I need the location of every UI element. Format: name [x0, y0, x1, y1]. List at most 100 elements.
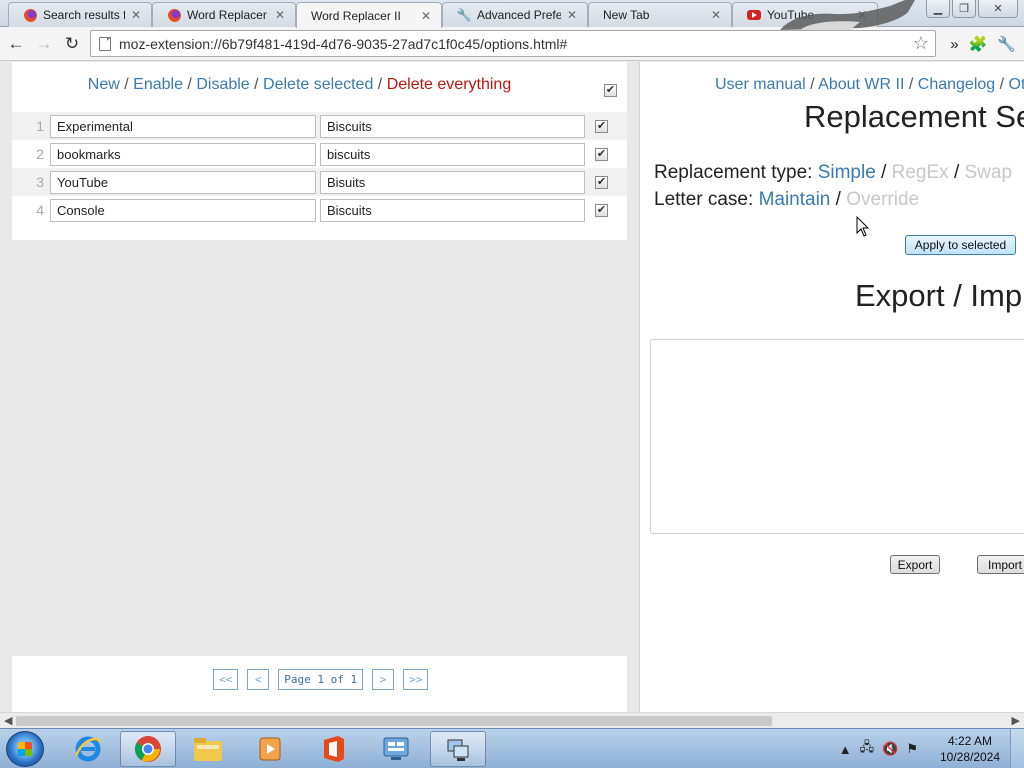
- find-input[interactable]: Experimental: [50, 114, 316, 138]
- restore-button[interactable]: ❐: [952, 0, 976, 18]
- export-import-textarea[interactable]: [650, 339, 1024, 534]
- url-text[interactable]: moz-extension://6b79f481-419d-4d76-9035-…: [119, 36, 913, 52]
- control-panel-icon[interactable]: [368, 731, 424, 767]
- internet-explorer-icon[interactable]: [60, 731, 116, 767]
- close-icon[interactable]: ✕: [131, 8, 141, 22]
- list-actions: New / Enable / Disable / Delete selected…: [12, 76, 627, 94]
- window-controls: ▁ ❐ ✕: [926, 0, 1018, 18]
- wrench-icon: 🔧: [456, 8, 472, 22]
- toolbar-right: » 🧩 🔧: [950, 27, 1024, 61]
- scroll-right-icon[interactable]: ▶: [1012, 714, 1020, 727]
- apply-to-selected-button[interactable]: Apply to selected: [905, 235, 1016, 255]
- youtube-icon: [747, 8, 761, 22]
- tab-new-tab[interactable]: New Tab ✕: [588, 2, 732, 27]
- first-page-button[interactable]: <<: [213, 669, 239, 690]
- row-checkbox[interactable]: ✔: [595, 203, 608, 217]
- close-icon[interactable]: ✕: [711, 8, 721, 22]
- network-computer-icon[interactable]: [430, 731, 486, 767]
- media-player-icon[interactable]: [242, 731, 298, 767]
- forward-arrow-icon[interactable]: →: [32, 32, 56, 56]
- tab-word-replacer[interactable]: Word Replacer – ( ✕: [152, 2, 296, 27]
- close-icon[interactable]: ✕: [567, 8, 577, 22]
- show-desktop-button[interactable]: [1010, 729, 1024, 768]
- back-arrow-icon[interactable]: ←: [4, 32, 28, 56]
- user-manual-link[interactable]: User manual: [715, 76, 806, 93]
- windows-taskbar: ▲ 🖧 🔇 ⚑ 4:22 AM 10/28/2024: [0, 728, 1024, 768]
- start-button[interactable]: [6, 731, 44, 767]
- import-button[interactable]: Import: [977, 555, 1024, 574]
- close-window-button[interactable]: ✕: [978, 0, 1018, 18]
- separator: /: [124, 76, 129, 93]
- settings-pane: User manual / About WR II / Changelog / …: [640, 62, 1024, 712]
- separator: /: [881, 162, 887, 183]
- select-all-checkbox[interactable]: ✔: [604, 84, 617, 97]
- find-input[interactable]: bookmarks: [50, 142, 316, 166]
- other-link[interactable]: Ot: [1009, 76, 1024, 93]
- bookmark-star-icon[interactable]: ☆: [913, 33, 929, 54]
- close-icon[interactable]: ✕: [421, 9, 431, 23]
- tab-advanced-preferences[interactable]: 🔧 Advanced Prefere ✕: [442, 2, 588, 27]
- export-button[interactable]: Export: [890, 555, 940, 574]
- reload-icon[interactable]: ↻: [60, 32, 84, 56]
- mouse-cursor-icon: [856, 216, 870, 237]
- row-number: 2: [36, 146, 44, 162]
- address-bar[interactable]: moz-extension://6b79f481-419d-4d76-9035-…: [90, 30, 936, 57]
- network-icon[interactable]: 🖧: [860, 738, 875, 760]
- separator: /: [835, 189, 841, 210]
- disable-link[interactable]: Disable: [196, 76, 249, 93]
- find-input[interactable]: YouTube: [50, 170, 316, 194]
- office-icon[interactable]: [306, 731, 362, 767]
- extensions-puzzle-icon[interactable]: 🧩: [969, 35, 988, 53]
- scrollbar-thumb[interactable]: [16, 716, 772, 726]
- row-checkbox[interactable]: ✔: [595, 175, 608, 189]
- rules-pane: New / Enable / Disable / Delete selected…: [0, 62, 639, 712]
- pagination-bar: << < Page 1 of 1 > >>: [12, 656, 627, 712]
- row-number: 4: [36, 202, 44, 218]
- separator: /: [908, 76, 914, 93]
- delete-selected-link[interactable]: Delete selected: [263, 76, 373, 93]
- next-page-button[interactable]: >: [372, 669, 395, 690]
- chrome-icon[interactable]: [120, 731, 176, 767]
- row-checkbox[interactable]: ✔: [595, 119, 608, 133]
- overflow-chevron-icon[interactable]: »: [950, 36, 958, 53]
- simple-option[interactable]: Simple: [818, 162, 876, 183]
- regex-option[interactable]: RegEx: [892, 162, 949, 183]
- wrench-menu-icon[interactable]: 🔧: [997, 35, 1016, 53]
- new-link[interactable]: New: [88, 76, 120, 93]
- clock[interactable]: 4:22 AM 10/28/2024: [930, 733, 1010, 765]
- rule-row: 3 YouTube Bisuits ✔: [12, 168, 627, 196]
- rules-table: 1 Experimental Biscuits ✔ 2 bookmarks bi…: [12, 112, 627, 224]
- row-checkbox[interactable]: ✔: [595, 147, 608, 161]
- changelog-link[interactable]: Changelog: [918, 76, 995, 93]
- volume-muted-icon[interactable]: 🔇: [882, 741, 898, 757]
- about-link[interactable]: About WR II: [818, 76, 904, 93]
- help-links: User manual / About WR II / Changelog / …: [715, 76, 1024, 94]
- last-page-button[interactable]: >>: [403, 669, 429, 690]
- tab-label: Advanced Prefere: [477, 8, 561, 22]
- replace-input[interactable]: biscuits: [320, 142, 585, 166]
- tab-search-results[interactable]: Search results for ✕: [8, 2, 152, 27]
- export-import-heading: Export / Imp: [855, 278, 1023, 313]
- swap-option[interactable]: Swap: [965, 162, 1013, 183]
- action-center-flag-icon[interactable]: ⚑: [906, 741, 918, 757]
- override-option[interactable]: Override: [846, 189, 919, 210]
- minimize-button[interactable]: ▁: [926, 0, 950, 18]
- find-input[interactable]: Console: [50, 198, 316, 222]
- enable-link[interactable]: Enable: [133, 76, 183, 93]
- show-hidden-icons-icon[interactable]: ▲: [839, 742, 852, 757]
- close-icon[interactable]: ✕: [275, 8, 285, 22]
- replace-input[interactable]: Biscuits: [320, 198, 585, 222]
- separator: /: [953, 162, 960, 183]
- prev-page-button[interactable]: <: [247, 669, 270, 690]
- tab-label: Search results for: [43, 8, 125, 22]
- replace-input[interactable]: Bisuits: [320, 170, 585, 194]
- tab-word-replacer-ii[interactable]: Word Replacer II ✕: [296, 2, 442, 28]
- file-explorer-icon[interactable]: [180, 731, 236, 767]
- rule-row: 1 Experimental Biscuits ✔: [12, 112, 627, 140]
- delete-everything-link[interactable]: Delete everything: [387, 76, 512, 93]
- firefox-icon: [23, 8, 37, 22]
- horizontal-scrollbar[interactable]: ◀ ▶: [0, 712, 1024, 728]
- replace-input[interactable]: Biscuits: [320, 114, 585, 138]
- scroll-left-icon[interactable]: ◀: [4, 714, 12, 727]
- maintain-option[interactable]: Maintain: [759, 189, 831, 210]
